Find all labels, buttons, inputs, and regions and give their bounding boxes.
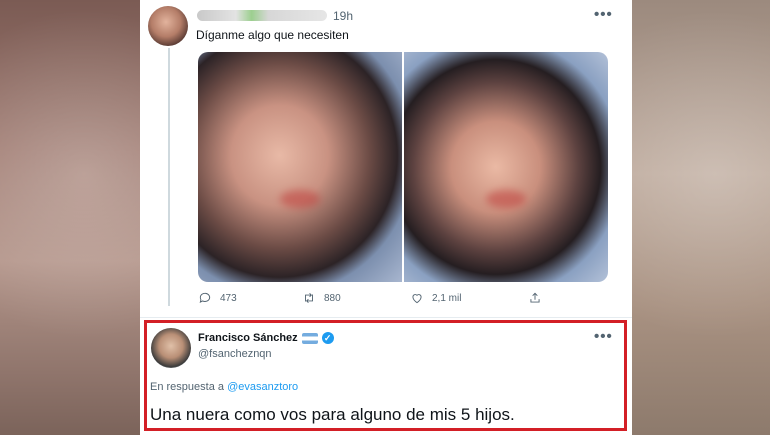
argentina-flag-icon [301, 332, 318, 344]
tweet-card: 19h ••• Díganme algo que necesiten 473 8… [140, 0, 632, 435]
heart-icon [412, 294, 422, 304]
tweet-photo-2[interactable] [404, 52, 608, 282]
in-reply-to-label: En respuesta a [150, 381, 224, 393]
avatar[interactable] [148, 6, 188, 46]
background-photo-right [632, 0, 770, 435]
reply-avatar[interactable] [151, 328, 191, 368]
tweet-timestamp[interactable]: 19h [333, 9, 353, 23]
background-photo-left [0, 0, 140, 435]
reply-more-options-icon[interactable]: ••• [594, 328, 613, 345]
reply-count: 473 [220, 292, 237, 304]
reply-author[interactable]: Francisco Sánchez ✓ [198, 332, 334, 344]
more-options-icon[interactable]: ••• [594, 6, 613, 23]
reply-author-handle[interactable]: @fsancheznqn [198, 348, 272, 360]
reply-author-name: Francisco Sánchez [198, 332, 298, 344]
in-reply-to: En respuesta a @evasanztoro [150, 381, 298, 393]
share-button[interactable] [528, 291, 542, 305]
retweet-icon [305, 293, 313, 303]
blurred-author-name [197, 10, 327, 21]
retweet-count: 880 [324, 292, 341, 304]
tweet-photo-1[interactable] [198, 52, 402, 282]
thread-line [168, 48, 170, 306]
divider [140, 317, 632, 318]
like-button[interactable]: 2,1 mil [410, 291, 461, 305]
reply-button[interactable]: 473 [198, 291, 237, 305]
reply-text: Una nuera como vos para alguno de mis 5 … [150, 405, 515, 424]
share-icon [530, 292, 540, 303]
reply-icon [199, 292, 211, 303]
verified-icon: ✓ [321, 332, 334, 344]
tweet-text: Díganme algo que necesiten [196, 28, 349, 42]
in-reply-to-mention[interactable]: @evasanztoro [227, 381, 298, 393]
like-count: 2,1 mil [432, 292, 462, 304]
retweet-button[interactable]: 880 [302, 291, 341, 305]
